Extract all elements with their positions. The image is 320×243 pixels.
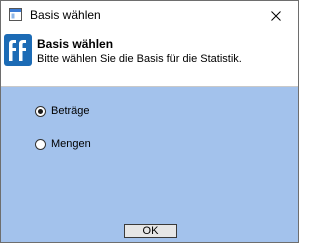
close-button[interactable] bbox=[254, 1, 298, 30]
radio-label-betraege: Beträge bbox=[51, 105, 90, 117]
title-bar: Basis wählen bbox=[1, 1, 298, 31]
radio-option-betraege[interactable]: Beträge bbox=[35, 105, 90, 117]
radio-button-selected[interactable] bbox=[35, 105, 46, 117]
window-title: Basis wählen bbox=[30, 8, 101, 22]
window-app-icon bbox=[9, 8, 22, 21]
radio-button-unselected[interactable] bbox=[35, 138, 46, 150]
radio-dot-icon bbox=[38, 108, 43, 114]
dialog-window: Basis wählen Basis wählen Bitte wählen S… bbox=[0, 0, 299, 243]
header-subtitle: Bitte wählen Sie die Basis für die Stati… bbox=[37, 53, 242, 65]
app-logo-icon bbox=[4, 34, 32, 66]
dialog-content: Beträge Mengen OK bbox=[1, 87, 298, 242]
close-icon bbox=[271, 10, 281, 21]
ok-button[interactable]: OK bbox=[124, 224, 177, 238]
header-title: Basis wählen bbox=[37, 37, 114, 51]
radio-option-mengen[interactable]: Mengen bbox=[35, 138, 91, 150]
dialog-header: Basis wählen Bitte wählen Sie die Basis … bbox=[1, 31, 298, 87]
radio-label-mengen: Mengen bbox=[51, 138, 91, 150]
